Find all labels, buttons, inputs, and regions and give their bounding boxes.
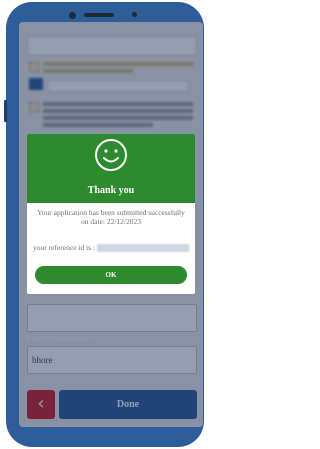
dialog-header: Thank you [27, 134, 195, 203]
ok-button[interactable]: OK [35, 266, 187, 284]
app-screen: ✓ ✓ Place of Application * bhore ‹ Done [19, 22, 203, 427]
dialog-title: Thank you [87, 185, 135, 196]
front-camera [69, 12, 76, 19]
reference-row: your reference id is : [27, 243, 195, 253]
reference-label: your reference id is : [32, 243, 96, 252]
phone-frame: ✓ ✓ Place of Application * bhore ‹ Done [4, 2, 204, 447]
dialog-message: Your application has been submitted succ… [37, 208, 185, 226]
reference-id-redacted [97, 244, 190, 253]
sensor [132, 12, 137, 17]
thank-you-dialog: Thank you Your application has been subm… [27, 134, 195, 294]
side-button [4, 100, 7, 122]
earpiece-speaker [84, 13, 114, 17]
smiley-icon [95, 139, 127, 171]
